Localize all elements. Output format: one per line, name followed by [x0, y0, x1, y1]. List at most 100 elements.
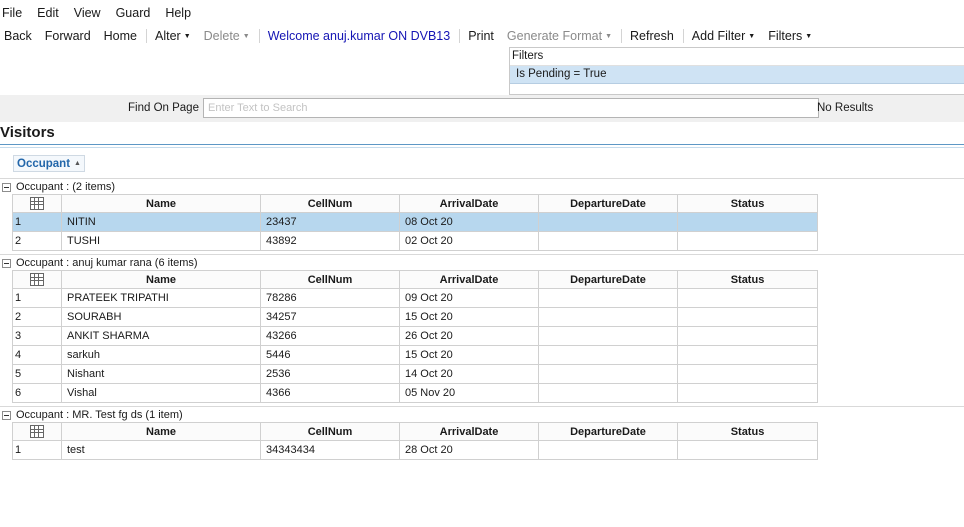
print-button[interactable]: Print [464, 26, 503, 46]
refresh-button[interactable]: Refresh [626, 26, 683, 46]
cell-name: SOURABH [61, 307, 261, 327]
sort-ascending-icon: ▲ [74, 160, 81, 167]
caret-down-icon: ▼ [605, 32, 613, 40]
column-header-status[interactable]: Status [677, 270, 818, 289]
cell-name: ANKIT SHARMA [61, 326, 261, 346]
column-header-cellnum[interactable]: CellNum [260, 194, 400, 213]
column-header-status[interactable]: Status [677, 194, 818, 213]
table-row[interactable]: 1 PRATEEK TRIPATHI 78286 09 Oct 20 [12, 288, 818, 308]
cell-departuredate [538, 231, 678, 251]
row-number: 2 [12, 231, 62, 251]
column-chooser-cell[interactable] [12, 422, 62, 441]
menu-file[interactable]: File [2, 4, 22, 22]
grid-header-row: Name CellNum ArrivalDate DepartureDate S… [12, 194, 818, 213]
filters-dropdown[interactable]: Filters ▼ [764, 26, 821, 47]
column-header-departuredate[interactable]: DepartureDate [538, 422, 678, 441]
filters-panel-title: Filters [510, 48, 964, 66]
group-by-label: Occupant [17, 158, 71, 170]
grid-header-row: Name CellNum ArrivalDate DepartureDate S… [12, 270, 818, 289]
column-header-arrivaldate[interactable]: ArrivalDate [399, 270, 539, 289]
group-header: Occupant : anuj kumar rana (6 items) [0, 256, 964, 270]
group-header: Occupant : MR. Test fg ds (1 item) [0, 408, 964, 422]
alter-dropdown[interactable]: Alter ▼ [151, 26, 200, 47]
row-number: 6 [12, 383, 62, 403]
cell-status [677, 364, 818, 384]
column-header-cellnum[interactable]: CellNum [260, 422, 400, 441]
column-header-status[interactable]: Status [677, 422, 818, 441]
occupant-group: Occupant : anuj kumar rana (6 items) Nam… [0, 256, 964, 403]
toolbar-separator [682, 29, 684, 43]
toolbar: Back Forward Home Alter ▼ Delete ▼ Welcome… [0, 26, 821, 46]
column-chooser-cell[interactable] [12, 270, 62, 289]
cell-cellnum: 4366 [260, 383, 400, 403]
cell-arrivaldate: 15 Oct 20 [399, 345, 539, 365]
cell-arrivaldate: 09 Oct 20 [399, 288, 539, 308]
column-header-arrivaldate[interactable]: ArrivalDate [399, 194, 539, 213]
cell-status [677, 288, 818, 308]
cell-departuredate [538, 212, 678, 232]
add-filter-label: Add Filter [691, 28, 746, 43]
group-header-label: Occupant : MR. Test fg ds (1 item) [16, 409, 183, 421]
cell-status [677, 212, 818, 232]
table-row[interactable]: 2 SOURABH 34257 15 Oct 20 [12, 307, 818, 327]
column-header-arrivaldate[interactable]: ArrivalDate [399, 422, 539, 441]
menu-bar: File Edit View Guard Help [0, 4, 204, 22]
back-button[interactable]: Back [0, 26, 41, 46]
table-row[interactable]: 6 Vishal 4366 05 Nov 20 [12, 383, 818, 403]
visitors-grid: Name CellNum ArrivalDate DepartureDate S… [12, 422, 818, 460]
column-header-name[interactable]: Name [61, 270, 261, 289]
cell-name: TUSHI [61, 231, 261, 251]
find-search-input[interactable] [203, 98, 819, 118]
table-row[interactable]: 1 test 34343434 28 Oct 20 [12, 440, 818, 460]
column-header-name[interactable]: Name [61, 422, 261, 441]
grid-icon [30, 273, 44, 286]
menu-view[interactable]: View [74, 4, 101, 22]
table-row[interactable]: 5 Nishant 2536 14 Oct 20 [12, 364, 818, 384]
collapse-toggle-icon[interactable] [2, 410, 11, 420]
cell-cellnum: 2536 [260, 364, 400, 384]
table-row[interactable]: 4 sarkuh 5446 15 Oct 20 [12, 345, 818, 365]
column-header-name[interactable]: Name [61, 194, 261, 213]
cell-name: Nishant [61, 364, 261, 384]
cell-departuredate [538, 440, 678, 460]
alter-label: Alter [154, 28, 181, 43]
cell-name: PRATEEK TRIPATHI [61, 288, 261, 308]
column-header-cellnum[interactable]: CellNum [260, 270, 400, 289]
group-by-occupant-chip[interactable]: Occupant ▲ [13, 155, 85, 172]
table-row[interactable]: 1 NITIN 23437 08 Oct 20 [12, 212, 818, 232]
filter-item-is-pending[interactable]: Is Pending = True [510, 66, 964, 84]
home-button[interactable]: Home [100, 26, 146, 46]
filters-label: Filters [768, 28, 803, 43]
row-number: 1 [12, 440, 62, 460]
generate-format-dropdown[interactable]: Generate Format ▼ [503, 26, 621, 47]
row-number: 1 [12, 288, 62, 308]
delete-label: Delete [203, 28, 240, 43]
row-number: 3 [12, 326, 62, 346]
column-chooser-cell[interactable] [12, 194, 62, 213]
group-divider [0, 254, 964, 255]
group-divider [0, 406, 964, 407]
page-title: Visitors [0, 124, 55, 141]
cell-cellnum: 5446 [260, 345, 400, 365]
column-header-departuredate[interactable]: DepartureDate [538, 194, 678, 213]
menu-help[interactable]: Help [165, 4, 191, 22]
delete-dropdown[interactable]: Delete ▼ [200, 26, 259, 47]
occupant-group: Occupant : (2 items) Name CellNum Arriva… [0, 180, 964, 251]
column-header-departuredate[interactable]: DepartureDate [538, 270, 678, 289]
cell-arrivaldate: 28 Oct 20 [399, 440, 539, 460]
occupant-group: Occupant : MR. Test fg ds (1 item) Name … [0, 408, 964, 460]
group-area-divider [0, 178, 964, 179]
caret-down-icon: ▼ [183, 32, 191, 40]
group-header-label: Occupant : anuj kumar rana (6 items) [16, 257, 198, 269]
forward-button[interactable]: Forward [41, 26, 100, 46]
menu-guard[interactable]: Guard [116, 4, 151, 22]
table-row[interactable]: 2 TUSHI 43892 02 Oct 20 [12, 231, 818, 251]
table-row[interactable]: 3 ANKIT SHARMA 43266 26 Oct 20 [12, 326, 818, 346]
collapse-toggle-icon[interactable] [2, 258, 11, 268]
menu-edit[interactable]: Edit [37, 4, 59, 22]
add-filter-dropdown[interactable]: Add Filter ▼ [688, 26, 764, 47]
title-divider [0, 147, 964, 148]
cell-arrivaldate: 02 Oct 20 [399, 231, 539, 251]
cell-name: Vishal [61, 383, 261, 403]
collapse-toggle-icon[interactable] [2, 182, 11, 192]
